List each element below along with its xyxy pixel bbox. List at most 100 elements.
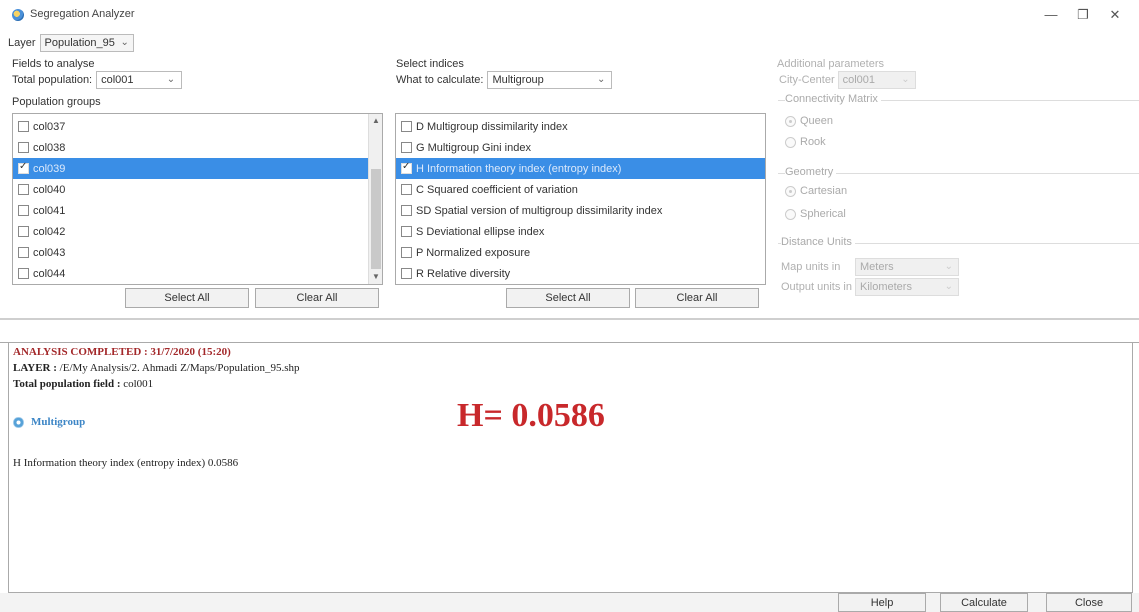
checkbox-icon[interactable] xyxy=(18,121,29,132)
chevron-down-icon: ⌄ xyxy=(166,74,176,85)
population-groups-scrollbar[interactable]: ▲ ▼ xyxy=(368,114,382,284)
minimize-button[interactable]: — xyxy=(1040,6,1062,24)
population-groups-list[interactable]: col037 col038 col039 col040 col041 col042 col0… xyxy=(12,113,383,285)
index-item[interactable]: H Information theory index (entropy inde… xyxy=(396,158,765,179)
population-group-item[interactable]: col038 xyxy=(13,137,369,158)
indices-list[interactable]: D Multigroup dissimilarity index G Multig… xyxy=(395,113,766,285)
checkbox-icon[interactable] xyxy=(18,268,29,279)
rook-label: Rook xyxy=(800,136,826,148)
population-group-item-label: col041 xyxy=(33,204,66,217)
population-group-item[interactable]: col040 xyxy=(13,179,369,200)
rook-radio[interactable]: Rook xyxy=(785,136,826,148)
scroll-thumb[interactable] xyxy=(371,169,381,269)
window-title: Segregation Analyzer xyxy=(30,8,135,20)
city-center-value: col001 xyxy=(842,74,876,86)
cartesian-radio[interactable]: Cartesian xyxy=(785,185,847,197)
checkbox-checked-icon[interactable] xyxy=(18,161,29,174)
total-population-select[interactable]: col001 ⌄ xyxy=(96,71,183,89)
fields-clear-all-button[interactable]: Clear All xyxy=(255,288,379,308)
index-item[interactable]: R Relative diversity xyxy=(396,263,765,284)
analysis-status: ANALYSIS COMPLETED : 31/7/2020 (15:20) xyxy=(13,346,231,358)
index-item[interactable]: SD Spatial version of multigroup dissimi… xyxy=(396,200,765,221)
population-group-item[interactable]: col039 xyxy=(13,158,369,179)
output-units-value: Kilometers xyxy=(860,281,912,293)
population-group-item-label: col038 xyxy=(33,141,66,154)
chevron-down-icon: ⌄ xyxy=(944,281,953,292)
index-item-label: G Multigroup Gini index xyxy=(416,141,531,154)
spherical-radio[interactable]: Spherical xyxy=(785,208,846,220)
population-group-item[interactable]: col042 xyxy=(13,221,369,242)
population-group-item-label: col040 xyxy=(33,183,66,196)
close-button[interactable]: Close xyxy=(1046,593,1132,612)
output-units-select[interactable]: Kilometers ⌄ xyxy=(855,278,959,296)
indices-clear-all-button[interactable]: Clear All xyxy=(635,288,759,308)
cartesian-label: Cartesian xyxy=(800,185,848,197)
result-field-label: Total population field : xyxy=(13,378,121,390)
checkbox-icon[interactable] xyxy=(401,268,412,279)
checkbox-icon[interactable] xyxy=(401,121,412,132)
what-to-calculate-select[interactable]: Multigroup ⌄ xyxy=(487,71,613,89)
multigroup-icon xyxy=(13,416,24,428)
population-group-item-label: col039 xyxy=(33,162,66,175)
city-center-select[interactable]: col001 ⌄ xyxy=(837,71,916,89)
population-group-item[interactable]: col044 xyxy=(13,263,369,284)
index-item[interactable]: D Multigroup dissimilarity index xyxy=(396,116,765,137)
chevron-down-icon: ⌄ xyxy=(597,74,606,85)
layer-select[interactable]: Population_95 ⌄ xyxy=(39,34,134,52)
checkbox-icon[interactable] xyxy=(18,205,29,216)
checkbox-icon[interactable] xyxy=(18,184,29,195)
close-window-button[interactable]: ✕ xyxy=(1104,6,1126,24)
params-section-title: Additional parameters xyxy=(777,58,885,70)
index-item[interactable]: P Normalized exposure xyxy=(396,242,765,263)
map-units-value: Meters xyxy=(860,261,894,273)
radio-icon xyxy=(785,208,796,220)
result-layer-line: LAYER : /E/My Analysis/2. Ahmadi Z/Maps/… xyxy=(13,362,300,374)
fields-select-all-button[interactable]: Select All xyxy=(125,288,249,308)
population-group-item[interactable]: col037 xyxy=(13,116,369,137)
output-units-label: Output units in xyxy=(781,281,852,293)
checkbox-icon[interactable] xyxy=(401,247,412,258)
layer-select-value: Population_95 xyxy=(44,37,115,49)
result-field-line: Total population field : col001 xyxy=(13,378,153,390)
checkbox-icon[interactable] xyxy=(401,142,412,153)
total-population-value: col001 xyxy=(101,74,134,86)
checkbox-icon[interactable] xyxy=(401,226,412,237)
chevron-down-icon: ⌄ xyxy=(120,37,129,48)
map-units-row: Map units in Meters ⌄ xyxy=(781,258,959,276)
geometry-title: Geometry xyxy=(785,166,837,178)
indices-select-all-button[interactable]: Select All xyxy=(506,288,630,308)
footer-bar: Help Calculate Close xyxy=(0,593,1139,612)
app-icon xyxy=(12,9,24,21)
index-item[interactable]: S Deviational ellipse index xyxy=(396,221,765,242)
title-bar: Segregation Analyzer — ❐ ✕ xyxy=(0,0,1139,30)
checkbox-icon[interactable] xyxy=(18,226,29,237)
population-group-item[interactable]: col041 xyxy=(13,200,369,221)
index-item[interactable]: C Squared coefficient of variation xyxy=(396,179,765,200)
scroll-down-icon[interactable]: ▼ xyxy=(369,270,382,284)
map-units-label: Map units in xyxy=(781,261,841,273)
big-result-value: H= 0.0586 xyxy=(457,397,605,434)
map-units-select[interactable]: Meters ⌄ xyxy=(855,258,959,276)
index-item[interactable]: G Multigroup Gini index xyxy=(396,137,765,158)
calculate-button[interactable]: Calculate xyxy=(940,593,1028,612)
queen-radio[interactable]: Queen xyxy=(785,115,833,127)
population-group-item-label: col043 xyxy=(33,246,66,259)
checkbox-checked-icon[interactable] xyxy=(401,161,412,174)
spherical-label: Spherical xyxy=(800,208,846,220)
radio-selected-icon xyxy=(785,115,796,127)
population-group-item-label: col042 xyxy=(33,225,66,238)
checkbox-icon[interactable] xyxy=(401,205,412,216)
connectivity-title: Connectivity Matrix xyxy=(785,93,881,105)
population-group-item[interactable]: col043 xyxy=(13,242,369,263)
maximize-button[interactable]: ❐ xyxy=(1072,6,1094,24)
scroll-up-icon[interactable]: ▲ xyxy=(369,114,382,128)
checkbox-icon[interactable] xyxy=(18,142,29,153)
index-item-label: D Multigroup dissimilarity index xyxy=(416,120,568,133)
results-panel: ANALYSIS COMPLETED : 31/7/2020 (15:20) L… xyxy=(8,343,1133,593)
help-button[interactable]: Help xyxy=(838,593,926,612)
chevron-down-icon: ⌄ xyxy=(901,74,910,85)
checkbox-icon[interactable] xyxy=(18,247,29,258)
result-layer-path: /E/My Analysis/2. Ahmadi Z/Maps/Populati… xyxy=(59,362,300,374)
checkbox-icon[interactable] xyxy=(401,184,412,195)
city-center-row: City-Center col001 ⌄ xyxy=(779,71,916,89)
